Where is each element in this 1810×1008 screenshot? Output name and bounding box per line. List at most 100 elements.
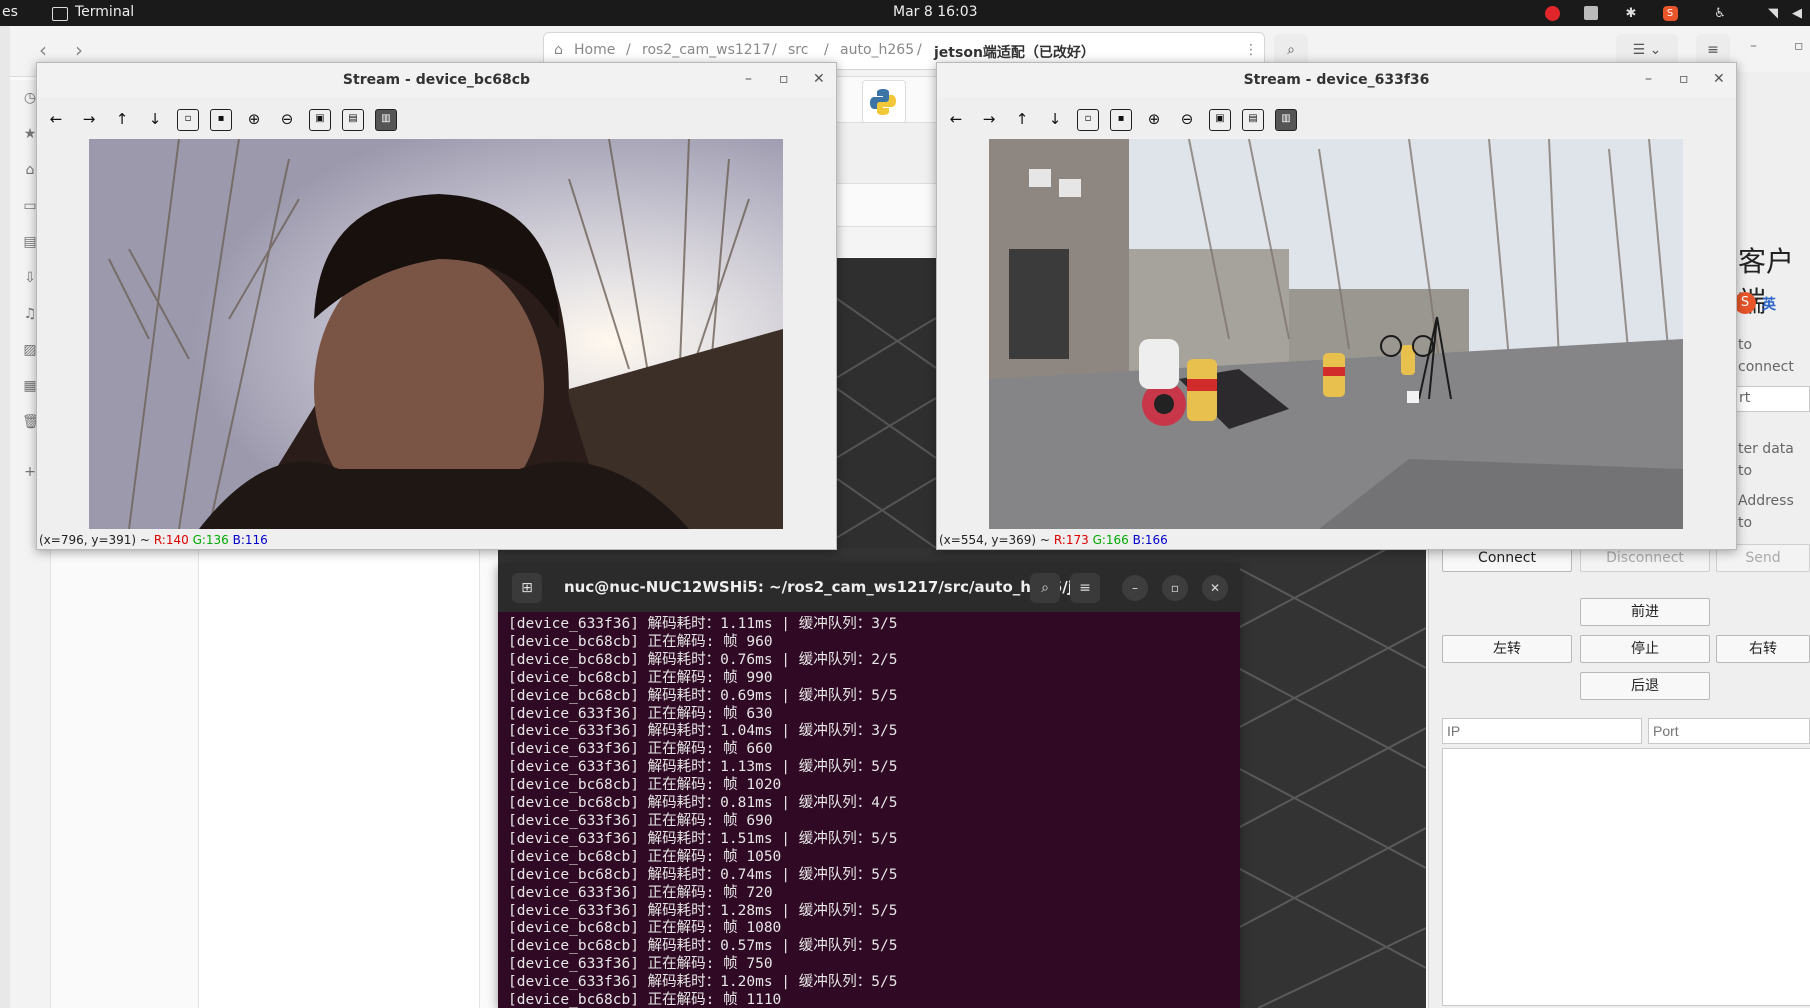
close-icon[interactable]: ✕	[1202, 575, 1228, 601]
do-not-disturb-icon[interactable]	[1543, 4, 1561, 22]
menu-icon[interactable]: ≡	[1070, 573, 1100, 603]
terminal-line: [device_633f36] 正在解码: 帧 720	[508, 884, 773, 901]
terminal-line: [device_633f36] 正在解码: 帧 750	[508, 956, 773, 973]
terminal-output[interactable]: [device_633f36] 解码耗时：1.11ms | 缓冲队列：3/5 [d…	[508, 616, 1238, 1008]
pan-right-icon[interactable]: →	[976, 107, 1002, 133]
turn-left-button[interactable]: 左转	[1442, 635, 1572, 663]
search-icon[interactable]: ⌕	[1030, 573, 1060, 603]
original-size-icon[interactable]: ▪	[210, 109, 232, 131]
terminal-line: [device_bc68cb] 解码耗时：0.69ms | 缓冲队列：5/5	[508, 687, 898, 704]
pan-right-icon[interactable]: →	[76, 107, 102, 133]
sogou-icon: S	[1734, 292, 1756, 314]
terminal-title: nuc@nuc-NUC12WSHi5: ~/ros2_cam_ws1217/sr…	[564, 578, 1101, 596]
zoom-out-icon[interactable]: ⊖	[274, 107, 300, 133]
sogou-input-icon[interactable]: S	[1661, 4, 1679, 22]
backward-button[interactable]: 后退	[1580, 672, 1710, 700]
maximize-icon[interactable]: ▫	[1794, 38, 1804, 54]
terminal-line: [device_633f36] 解码耗时：1.11ms | 缓冲队列：3/5	[508, 616, 898, 632]
pixel-coords: (x=796, y=391) ~	[39, 533, 150, 547]
zoom-in-icon[interactable]: ⊕	[241, 107, 267, 133]
window-title[interactable]: Stream - device_633f36	[937, 63, 1736, 97]
port-field[interactable]: rt	[1734, 386, 1810, 412]
minimize-icon[interactable]: –	[1645, 71, 1652, 87]
camera-frame-left[interactable]	[89, 139, 783, 529]
window-title[interactable]: Stream - device_bc68cb	[37, 63, 836, 97]
stop-button[interactable]: 停止	[1580, 635, 1710, 663]
ime-indicator: S 英	[1734, 290, 1810, 316]
save-icon[interactable]: ▣	[1209, 109, 1231, 131]
path-segment-auto-h265[interactable]: auto_h265	[840, 42, 914, 58]
maximize-icon[interactable]: ▫	[779, 71, 789, 87]
properties-icon[interactable]: ▥	[375, 109, 397, 131]
minimize-icon[interactable]: –	[1122, 575, 1148, 601]
copy-icon[interactable]: ▤	[342, 109, 364, 131]
path-separator: /	[772, 42, 777, 58]
terminal-line: [device_bc68cb] 正在解码: 帧 1020	[508, 777, 782, 794]
camera-frame-right[interactable]	[989, 139, 1683, 529]
terminal-line: [device_bc68cb] 解码耗时：0.81ms | 缓冲队列：4/5	[508, 795, 898, 812]
path-segment-workspace[interactable]: ros2_cam_ws1217	[642, 42, 771, 58]
stream-window-right[interactable]: Stream - device_633f36 – ▫ ✕ ← → ↑ ↓ ▫ ▪…	[936, 62, 1737, 550]
home-icon: ⌂	[554, 42, 563, 58]
terminal-window[interactable]: ⊞ nuc@nuc-NUC12WSHi5: ~/ros2_cam_ws1217/…	[498, 564, 1240, 1008]
pan-up-icon[interactable]: ↑	[1009, 107, 1035, 133]
properties-icon[interactable]: ▥	[1275, 109, 1297, 131]
path-separator: /	[917, 42, 922, 58]
terminal-header: ⊞ nuc@nuc-NUC12WSHi5: ~/ros2_cam_ws1217/…	[498, 564, 1240, 612]
accessibility-icon[interactable]: ♿	[1711, 4, 1729, 22]
path-menu-icon[interactable]: ⋮	[1244, 42, 1258, 58]
message-log[interactable]	[1442, 748, 1810, 1006]
pan-down-icon[interactable]: ↓	[1042, 107, 1068, 133]
port-input[interactable]	[1648, 718, 1810, 744]
terminal-line: [device_633f36] 解码耗时：1.04ms | 缓冲队列：3/5	[508, 723, 898, 740]
volume-icon[interactable]: ◀	[1788, 4, 1806, 22]
clock[interactable]: Mar 8 16:03	[893, 4, 978, 20]
path-separator: /	[824, 42, 829, 58]
activities-button[interactable]: es	[2, 4, 18, 20]
bluetooth-icon[interactable]: ✱	[1622, 4, 1640, 22]
stream-window-left[interactable]: Stream - device_bc68cb – ▫ ✕ ← → ↑ ↓ ▫ ▪…	[36, 62, 837, 550]
terminal-line: [device_633f36] 正在解码: 帧 690	[508, 812, 773, 829]
minimize-icon[interactable]: –	[1750, 38, 1757, 54]
terminal-line: [device_bc68cb] 正在解码: 帧 990	[508, 669, 773, 686]
turn-right-button[interactable]: 右转	[1716, 635, 1810, 663]
pixel-blue: B:116	[232, 533, 268, 547]
original-size-icon[interactable]: ▪	[1110, 109, 1132, 131]
path-separator: /	[626, 42, 631, 58]
terminal-line: [device_633f36] 解码耗时：1.13ms | 缓冲队列：5/5	[508, 759, 898, 776]
ip-input[interactable]	[1442, 718, 1642, 744]
forward-button[interactable]: 前进	[1580, 598, 1710, 626]
zoom-in-icon[interactable]: ⊕	[1141, 107, 1167, 133]
close-icon[interactable]: ✕	[813, 71, 825, 87]
maximize-icon[interactable]: ▫	[1162, 575, 1188, 601]
save-icon[interactable]: ▣	[309, 109, 331, 131]
close-icon[interactable]: ✕	[1713, 71, 1725, 87]
pixel-red: R:140	[153, 533, 189, 547]
copy-icon[interactable]: ▤	[1242, 109, 1264, 131]
pan-left-icon[interactable]: ←	[943, 107, 969, 133]
file-row-area	[826, 122, 936, 184]
screenshot-icon[interactable]	[1582, 4, 1600, 22]
minimize-icon[interactable]: –	[745, 71, 752, 87]
python-file-icon[interactable]	[862, 80, 906, 124]
path-segment-src[interactable]: src	[788, 42, 808, 58]
pan-left-icon[interactable]: ←	[43, 107, 69, 133]
terminal-line: [device_633f36] 解码耗时：1.20ms | 缓冲队列：5/5	[508, 974, 898, 991]
wifi-icon[interactable]: ◥	[1764, 4, 1782, 22]
pan-down-icon[interactable]: ↓	[142, 107, 168, 133]
path-segment-current[interactable]: jetson端适配（已改好）	[934, 42, 1095, 62]
pan-up-icon[interactable]: ↑	[109, 107, 135, 133]
terminal-line: [device_633f36] 解码耗时：1.51ms | 缓冲队列：5/5	[508, 830, 898, 847]
maximize-icon[interactable]: ▫	[1679, 71, 1689, 87]
app-menu-label[interactable]: Terminal	[75, 4, 134, 20]
path-segment-home[interactable]: Home	[574, 42, 615, 58]
new-tab-icon[interactable]: ⊞	[512, 573, 542, 603]
pixel-status-bar: (x=796, y=391) ~ R:140 G:136 B:116	[39, 531, 268, 549]
fit-image-icon[interactable]: ▫	[1077, 109, 1099, 131]
fit-image-icon[interactable]: ▫	[177, 109, 199, 131]
zoom-out-icon[interactable]: ⊖	[1174, 107, 1200, 133]
address-hint-text: Address to	[1738, 493, 1794, 531]
terminal-line: [device_633f36] 正在解码: 帧 660	[508, 741, 773, 758]
terminal-line: [device_633f36] 解码耗时：1.28ms | 缓冲队列：5/5	[508, 902, 898, 919]
rviz-grid-view[interactable]	[836, 258, 936, 558]
